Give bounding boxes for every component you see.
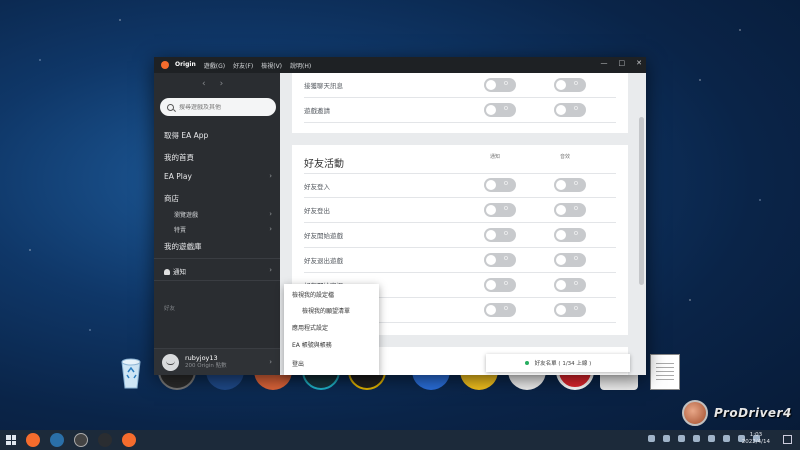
watermark-logo: ProDriver4 (676, 396, 791, 430)
notify-toggle[interactable]: O (484, 278, 516, 292)
divider (154, 258, 280, 259)
tray-icon[interactable] (693, 435, 700, 442)
setting-label: 好友開始遊戲 (304, 232, 343, 240)
chevron-right-icon: › (269, 225, 272, 233)
chevron-right-icon: › (269, 358, 272, 366)
menu-item-view-wishlist[interactable]: 檢視我的願望清單 (302, 306, 350, 315)
friends-list-bar[interactable]: 好友名單 ( 1/34 上線 ) (486, 354, 630, 372)
notify-toggle[interactable]: O (484, 253, 516, 267)
tray-icon[interactable] (648, 435, 655, 442)
origin-icon[interactable] (122, 433, 136, 447)
title-bar: Origin 遊戲(G) 好友(F) 檢視(V) 說明(H) — □ ✕ (154, 57, 646, 73)
sound-toggle[interactable]: O (554, 228, 586, 242)
notifications-label: 通知 (173, 268, 186, 276)
search-box[interactable] (160, 98, 276, 116)
sound-toggle[interactable]: O (554, 278, 586, 292)
friends-section-label: 好友 (164, 306, 176, 312)
sidebar-item-store[interactable]: 商店 (164, 193, 179, 204)
user-points: 200 Origin 點數 (185, 362, 227, 369)
menu-item-app-settings[interactable]: 應用程式設定 (292, 323, 328, 332)
tray-icon[interactable] (678, 435, 685, 442)
system-clock[interactable]: 1:03 2022/4/14 (742, 432, 770, 446)
origin-logo-icon (161, 61, 169, 69)
menu-item-ea-account[interactable]: EA 帳號與帳務 (292, 340, 332, 349)
chevron-right-icon: › (269, 210, 272, 218)
menu-item-sign-out[interactable]: 登出 (292, 359, 304, 368)
notify-toggle[interactable]: O (484, 203, 516, 217)
sidebar-item-get-ea-app[interactable]: 取得 EA App (164, 130, 208, 141)
scrollbar[interactable] (639, 117, 644, 285)
app-icon[interactable] (98, 433, 112, 447)
minimize-button[interactable]: — (601, 59, 608, 67)
sidebar-item-my-library[interactable]: 我的遊戲庫 (164, 241, 202, 252)
online-status-icon (524, 361, 529, 365)
chevron-right-icon: › (269, 172, 272, 180)
menu-help[interactable]: 說明(H) (290, 61, 311, 70)
sound-toggle[interactable]: O (554, 78, 586, 92)
file-icon[interactable] (650, 354, 680, 390)
menu-bar: Origin 遊戲(G) 好友(F) 檢視(V) 說明(H) (175, 61, 311, 70)
friends-list-label: 好友名單 ( 1/34 上線 ) (534, 361, 592, 367)
section-title: 好友活動 (304, 159, 344, 170)
sound-toggle[interactable]: O (554, 303, 586, 317)
chevron-right-icon: › (269, 266, 272, 274)
setting-label: 好友退出遊戲 (304, 257, 343, 265)
setting-label: 好友登入 (304, 182, 330, 191)
app-icon[interactable] (50, 433, 64, 447)
back-arrow-icon[interactable]: ‹ (202, 79, 206, 89)
bell-icon (164, 269, 170, 275)
notify-toggle[interactable]: O (484, 178, 516, 192)
notify-toggle[interactable]: O (484, 303, 516, 317)
sound-toggle[interactable]: O (554, 178, 586, 192)
search-icon (167, 103, 174, 111)
sidebar-item-my-home[interactable]: 我的首頁 (164, 152, 194, 163)
steam-icon[interactable] (74, 433, 88, 447)
notify-toggle[interactable]: O (484, 78, 516, 92)
menu-friends[interactable]: 好友(F) (233, 61, 253, 70)
notification-center-icon[interactable] (783, 435, 792, 444)
setting-label: 好友登出 (304, 207, 330, 215)
taskbar: 1:03 2022/4/14 (0, 430, 800, 450)
search-input[interactable] (179, 103, 269, 111)
menu-item-view-profile[interactable]: 檢視我的設定檔 (292, 290, 334, 299)
sound-toggle[interactable]: O (554, 203, 586, 217)
sidebar-item-ea-play[interactable]: EA Play (164, 172, 192, 181)
sidebar: ‹ › 取得 EA App 我的首頁 EA Play › 商店 瀏覽遊戲 › 特… (154, 73, 280, 375)
notify-toggle[interactable]: O (484, 103, 516, 117)
clock-time: 1:03 (749, 432, 763, 438)
tray-icon[interactable] (708, 435, 715, 442)
setting-label: 接獲聊天訊息 (304, 82, 343, 90)
setting-label: 遊戲邀請 (304, 107, 330, 115)
close-button[interactable]: ✕ (636, 59, 642, 67)
user-context-menu: 檢視我的設定檔 檢視我的願望清單 應用程式設定 EA 帳號與帳務 登出 (284, 284, 379, 375)
avatar (162, 353, 179, 371)
menu-games[interactable]: 遊戲(G) (204, 61, 225, 70)
settings-card: 接獲聊天訊息 O O 遊戲邀請 O O (292, 73, 628, 133)
menu-view[interactable]: 檢視(V) (261, 61, 282, 70)
menu-origin[interactable]: Origin (175, 61, 196, 70)
origin-window: Origin 遊戲(G) 好友(F) 檢視(V) 說明(H) — □ ✕ ‹ ›… (154, 57, 646, 375)
clock-date: 2022/4/14 (741, 439, 770, 446)
column-header-sound: 音效 (560, 154, 571, 160)
tray-icon[interactable] (663, 435, 670, 442)
maximize-button[interactable]: □ (619, 59, 626, 67)
recycle-bin-icon[interactable] (112, 354, 150, 390)
sound-toggle[interactable]: O (554, 103, 586, 117)
firefox-icon[interactable] (26, 433, 40, 447)
sidebar-item-browse-games[interactable]: 瀏覽遊戲 (174, 210, 198, 219)
user-profile-button[interactable]: rubyjoy13 200 Origin 點數 › (154, 348, 280, 375)
column-header-notify: 通知 (490, 154, 501, 160)
sidebar-item-deals[interactable]: 特賣 (174, 225, 186, 234)
windows-start-icon[interactable] (6, 435, 16, 445)
tray-icon[interactable] (723, 435, 730, 442)
username: rubyjoy13 (185, 353, 218, 362)
sidebar-item-notifications[interactable]: 通知 (164, 266, 186, 276)
notify-toggle[interactable]: O (484, 228, 516, 242)
sound-toggle[interactable]: O (554, 253, 586, 267)
divider (154, 280, 280, 281)
forward-arrow-icon[interactable]: › (220, 79, 224, 89)
